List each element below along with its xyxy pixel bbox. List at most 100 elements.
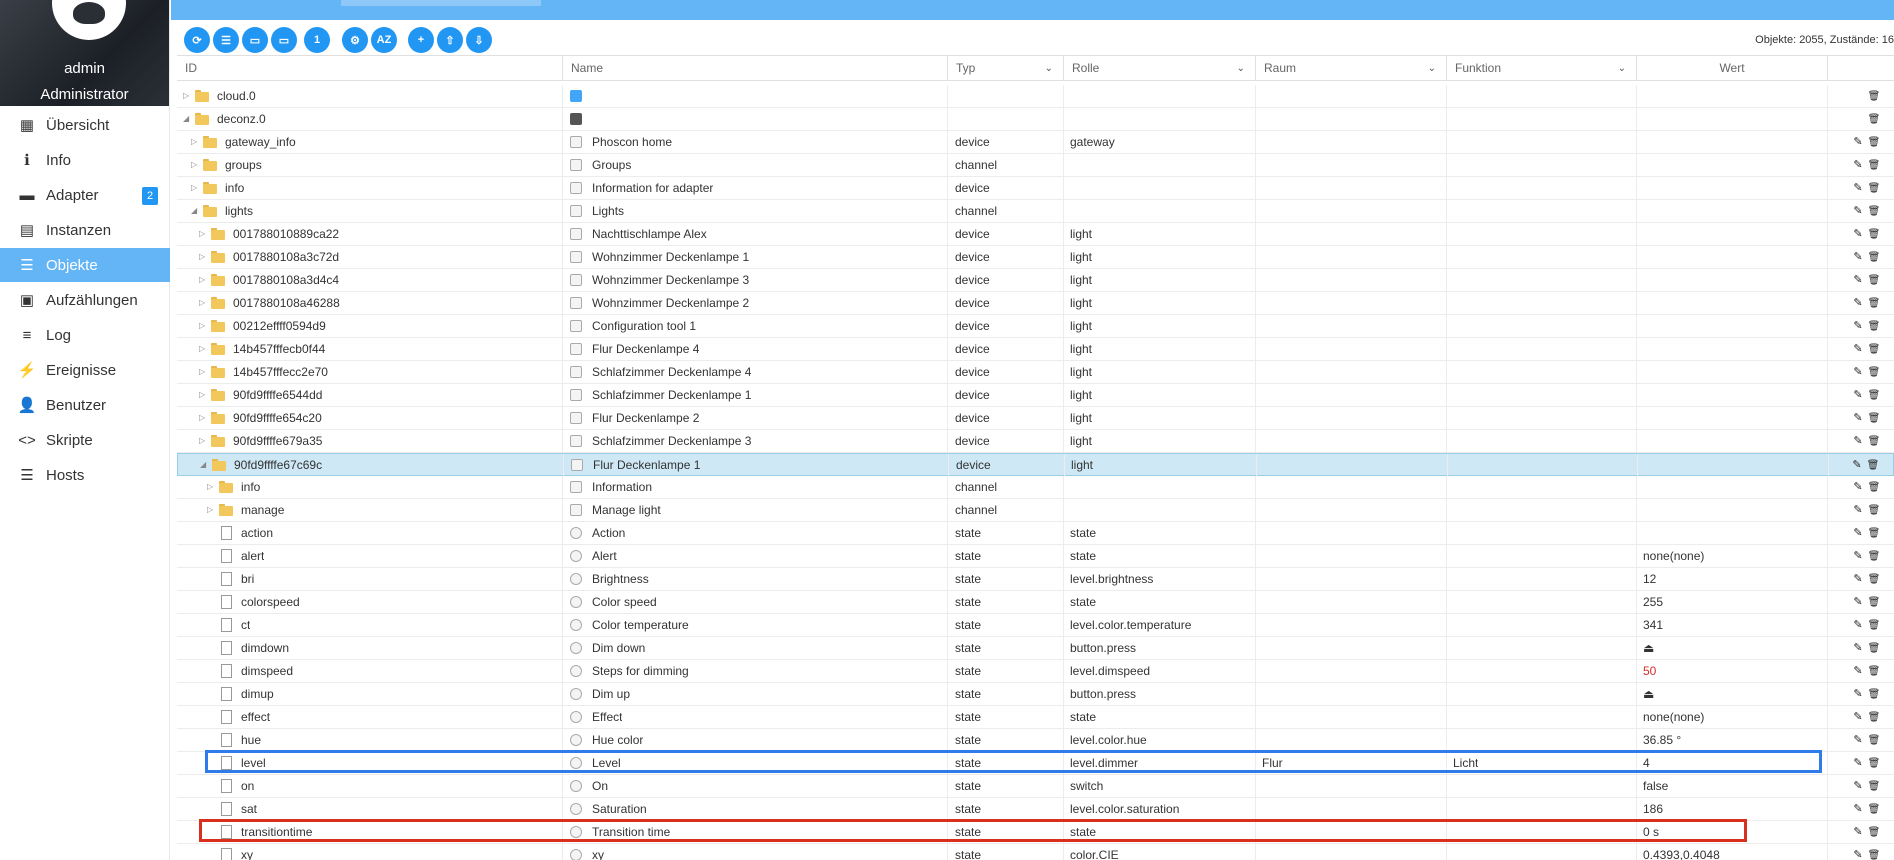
- edit-icon[interactable]: ✎: [1850, 706, 1866, 728]
- expand-icon[interactable]: ▷: [207, 499, 213, 521]
- column-header-id[interactable]: ID: [177, 56, 562, 81]
- refresh-button[interactable]: ⟳: [184, 27, 210, 53]
- edit-icon[interactable]: ✎: [1850, 568, 1866, 590]
- delete-icon[interactable]: 🗑: [1866, 707, 1882, 729]
- expanded-icon[interactable]: ◢: [191, 200, 197, 222]
- level-button[interactable]: 1: [304, 27, 330, 53]
- delete-icon[interactable]: 🗑: [1866, 178, 1882, 200]
- object-value[interactable]: ⏏: [1643, 683, 1654, 705]
- expanded-icon[interactable]: ◢: [200, 454, 206, 476]
- column-header-value[interactable]: Wert: [1636, 56, 1827, 81]
- delete-icon[interactable]: 🗑: [1866, 385, 1882, 407]
- chevron-down-icon[interactable]: ⌄: [1237, 56, 1245, 81]
- sidebar-item-objekte[interactable]: ☰ Objekte: [0, 248, 170, 282]
- delete-icon[interactable]: 🗑: [1866, 339, 1882, 361]
- expand-button[interactable]: ▭: [271, 27, 297, 53]
- table-row[interactable]: ▷ gateway_info Phoscon home device gateway ✎ 🗑: [177, 131, 1894, 154]
- delete-icon[interactable]: 🗑: [1866, 845, 1882, 860]
- table-row[interactable]: ◢ deconz.0 🗑: [177, 108, 1894, 131]
- delete-icon[interactable]: 🗑: [1866, 615, 1882, 637]
- delete-icon[interactable]: 🗑: [1866, 523, 1882, 545]
- edit-icon[interactable]: ✎: [1850, 522, 1866, 544]
- edit-icon[interactable]: ✎: [1849, 454, 1865, 476]
- expand-icon[interactable]: ▷: [199, 315, 205, 337]
- expand-icon[interactable]: ▷: [199, 361, 205, 383]
- sidebar-item-adapter[interactable]: ▬ Adapter 2: [0, 178, 170, 212]
- table-row[interactable]: hue Hue color state level.color.hue 36.85 ° ✎…: [177, 729, 1894, 752]
- column-header-name[interactable]: Name: [562, 56, 947, 81]
- edit-icon[interactable]: ✎: [1850, 545, 1866, 567]
- edit-icon[interactable]: ✎: [1850, 177, 1866, 199]
- delete-icon[interactable]: 🗑: [1866, 500, 1882, 522]
- table-row[interactable]: ▷ 14b457fffecc2e70 Schlafzimmer Deckenlamp…: [177, 361, 1894, 384]
- edit-icon[interactable]: ✎: [1850, 660, 1866, 682]
- sidebar-item-ereignisse[interactable]: ⚡ Ereignisse: [0, 353, 170, 387]
- table-row[interactable]: ▷ 14b457fffecb0f44 Flur Deckenlampe 4 devic…: [177, 338, 1894, 361]
- expand-icon[interactable]: ▷: [199, 407, 205, 429]
- tab-stub[interactable]: [341, 0, 541, 6]
- delete-icon[interactable]: 🗑: [1866, 776, 1882, 798]
- upload-button[interactable]: ⇧: [437, 27, 463, 53]
- delete-icon[interactable]: 🗑: [1866, 684, 1882, 706]
- table-row[interactable]: ▷ 90fd9ffffe679a35 Schlafzimmer Deckenlamp…: [177, 430, 1894, 453]
- list-view-button[interactable]: ☰: [213, 27, 239, 53]
- sort-button[interactable]: AZ: [371, 27, 397, 53]
- edit-icon[interactable]: ✎: [1850, 223, 1866, 245]
- download-button[interactable]: ⇩: [466, 27, 492, 53]
- delete-icon[interactable]: 🗑: [1866, 661, 1882, 683]
- table-row[interactable]: ▷ info Information for adapter device ✎ 🗑: [177, 177, 1894, 200]
- table-row[interactable]: on On state switch false ✎ 🗑: [177, 775, 1894, 798]
- edit-icon[interactable]: ✎: [1850, 752, 1866, 774]
- table-row[interactable]: level Level state level.dimmer Flur Licht 4 ✎ 🗑: [177, 752, 1894, 775]
- edit-icon[interactable]: ✎: [1850, 200, 1866, 222]
- edit-icon[interactable]: ✎: [1850, 729, 1866, 751]
- delete-icon[interactable]: 🗑: [1866, 155, 1882, 177]
- table-row[interactable]: ▷ 001788010889ca22 Nachttischlampe Alex dev…: [177, 223, 1894, 246]
- delete-icon[interactable]: 🗑: [1866, 546, 1882, 568]
- expand-icon[interactable]: ▷: [199, 269, 205, 291]
- sidebar-item-info[interactable]: ℹ Info: [0, 143, 170, 177]
- edit-icon[interactable]: ✎: [1850, 798, 1866, 820]
- column-header-type[interactable]: Typ ⌄: [947, 56, 1063, 81]
- sidebar-item-hosts[interactable]: ☰ Hosts: [0, 458, 170, 492]
- edit-icon[interactable]: ✎: [1850, 430, 1866, 452]
- edit-icon[interactable]: ✎: [1850, 338, 1866, 360]
- delete-icon[interactable]: 🗑: [1866, 224, 1882, 246]
- expand-icon[interactable]: ▷: [199, 338, 205, 360]
- expand-icon[interactable]: ▷: [199, 384, 205, 406]
- edit-icon[interactable]: ✎: [1850, 384, 1866, 406]
- edit-icon[interactable]: ✎: [1850, 315, 1866, 337]
- sidebar-item-benutzer[interactable]: 👤 Benutzer: [0, 388, 170, 422]
- edit-icon[interactable]: ✎: [1850, 407, 1866, 429]
- delete-icon[interactable]: 🗑: [1866, 477, 1882, 499]
- expand-icon[interactable]: ▷: [199, 430, 205, 452]
- expand-icon[interactable]: ▷: [183, 85, 189, 107]
- edit-icon[interactable]: ✎: [1850, 775, 1866, 797]
- table-row[interactable]: ▷ cloud.0 🗑: [177, 85, 1894, 108]
- sidebar-item-aufzählungen[interactable]: ▣ Aufzählungen: [0, 283, 170, 317]
- table-row[interactable]: ▷ 0017880108a46288 Wohnzimmer Deckenlampe …: [177, 292, 1894, 315]
- edit-icon[interactable]: ✎: [1850, 844, 1866, 860]
- delete-icon[interactable]: 🗑: [1866, 247, 1882, 269]
- edit-icon[interactable]: ✎: [1850, 131, 1866, 153]
- edit-icon[interactable]: ✎: [1850, 154, 1866, 176]
- table-row[interactable]: ▷ 90fd9ffffe654c20 Flur Deckenlampe 2 devic…: [177, 407, 1894, 430]
- edit-icon[interactable]: ✎: [1850, 614, 1866, 636]
- table-row[interactable]: ▷ 0017880108a3c72d Wohnzimmer Deckenlampe …: [177, 246, 1894, 269]
- delete-icon[interactable]: 🗑: [1866, 201, 1882, 223]
- table-row[interactable]: colorspeed Color speed state state 255 ✎ 🗑: [177, 591, 1894, 614]
- delete-icon[interactable]: 🗑: [1866, 431, 1882, 453]
- table-row[interactable]: ct Color temperature state level.color.temp…: [177, 614, 1894, 637]
- table-row[interactable]: ▷ groups Groups channel ✎ 🗑: [177, 154, 1894, 177]
- edit-icon[interactable]: ✎: [1850, 499, 1866, 521]
- table-row[interactable]: ▷ manage Manage light channel ✎ 🗑: [177, 499, 1894, 522]
- sidebar-item-instanzen[interactable]: ▤ Instanzen: [0, 213, 170, 247]
- table-row[interactable]: ◢ lights Lights channel ✎ 🗑: [177, 200, 1894, 223]
- chevron-down-icon[interactable]: ⌄: [1618, 56, 1626, 81]
- edit-icon[interactable]: ✎: [1850, 591, 1866, 613]
- edit-icon[interactable]: ✎: [1850, 476, 1866, 498]
- expanded-icon[interactable]: ◢: [183, 108, 189, 130]
- edit-icon[interactable]: ✎: [1850, 821, 1866, 843]
- column-header-function[interactable]: Funktion ⌄: [1446, 56, 1636, 81]
- table-row[interactable]: sat Saturation state level.color.saturation…: [177, 798, 1894, 821]
